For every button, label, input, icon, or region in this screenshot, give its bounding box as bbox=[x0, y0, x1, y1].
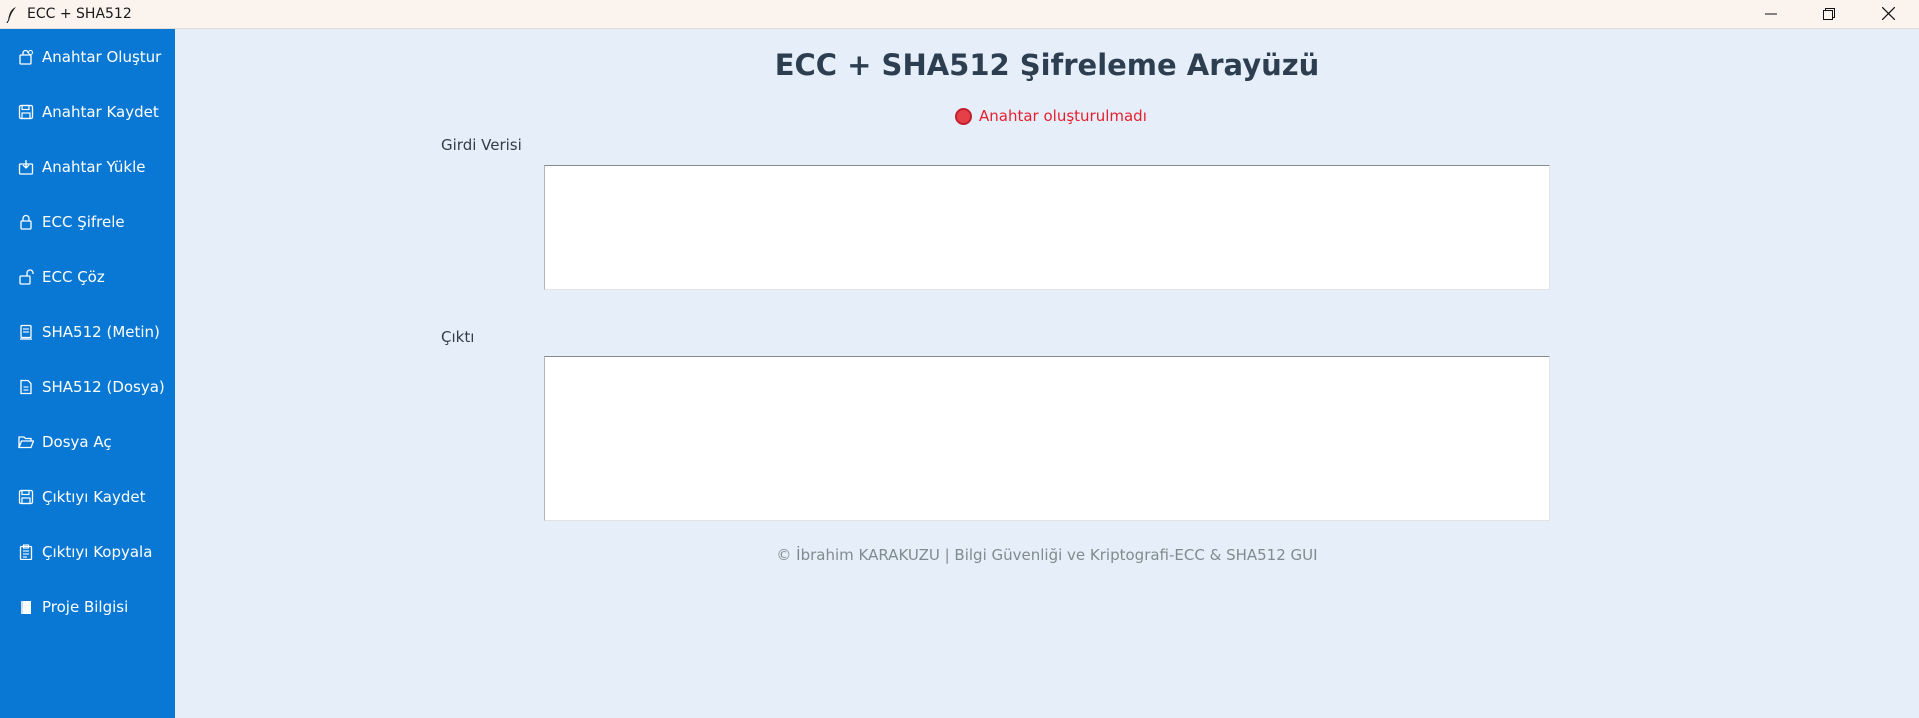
sidebar-item-dosya-ac[interactable]: Dosya Aç bbox=[0, 422, 175, 462]
sidebar-item-anahtar-kaydet[interactable]: Anahtar Kaydet bbox=[0, 92, 175, 132]
feather-icon bbox=[6, 6, 18, 24]
load-icon bbox=[17, 158, 35, 176]
close-icon bbox=[1881, 5, 1896, 24]
sidebar-item-label: Proje Bilgisi bbox=[42, 598, 129, 616]
sidebar: Anahtar Oluştur Anahtar Kaydet Anahtar Y… bbox=[0, 29, 175, 718]
input-textarea[interactable] bbox=[544, 165, 1550, 290]
text-doc-icon bbox=[17, 323, 35, 341]
sidebar-item-anahtar-yukle[interactable]: Anahtar Yükle bbox=[0, 147, 175, 187]
sidebar-item-label: Anahtar Kaydet bbox=[42, 103, 159, 121]
sidebar-item-label: SHA512 (Metin) bbox=[42, 323, 160, 341]
sidebar-item-anahtar-olustur[interactable]: Anahtar Oluştur bbox=[0, 37, 175, 77]
close-button[interactable] bbox=[1858, 0, 1919, 29]
sidebar-item-sha512-metin[interactable]: SHA512 (Metin) bbox=[0, 312, 175, 352]
sidebar-item-label: Çıktıyı Kaydet bbox=[42, 488, 146, 506]
save-icon bbox=[17, 488, 35, 506]
sidebar-item-label: Çıktıyı Kopyala bbox=[42, 543, 153, 561]
lock-icon bbox=[17, 213, 35, 231]
folder-open-icon bbox=[17, 433, 35, 451]
window-title: ECC + SHA512 bbox=[27, 6, 132, 22]
restore-icon bbox=[1823, 5, 1835, 24]
sidebar-item-ecc-coz[interactable]: ECC Çöz bbox=[0, 257, 175, 297]
save-icon bbox=[17, 103, 35, 121]
output-label: Çıktı bbox=[441, 328, 475, 346]
restore-button[interactable] bbox=[1800, 0, 1858, 29]
input-label: Girdi Verisi bbox=[441, 136, 522, 154]
sidebar-item-label: Dosya Aç bbox=[42, 433, 112, 451]
unlock-icon bbox=[17, 268, 35, 286]
sidebar-item-proje-bilgisi[interactable]: Proje Bilgisi bbox=[0, 587, 175, 627]
sidebar-item-ciktiyi-kaydet[interactable]: Çıktıyı Kaydet bbox=[0, 477, 175, 517]
output-textarea[interactable] bbox=[544, 356, 1550, 521]
status-dot-icon bbox=[955, 107, 972, 125]
minimize-icon bbox=[1765, 5, 1777, 24]
footer-credit: © İbrahim KARAKUZU | Bilgi Güvenliği ve … bbox=[776, 546, 1318, 564]
sidebar-item-label: SHA512 (Dosya) bbox=[42, 378, 165, 396]
sidebar-item-label: Anahtar Oluştur bbox=[42, 48, 162, 66]
sidebar-item-label: Anahtar Yükle bbox=[42, 158, 146, 176]
sidebar-item-label: ECC Çöz bbox=[42, 268, 105, 286]
status-indicator: Anahtar oluşturulmadı bbox=[955, 107, 1147, 125]
sidebar-item-label: ECC Şifrele bbox=[42, 213, 125, 231]
book-icon bbox=[17, 598, 35, 616]
sidebar-item-sha512-dosya[interactable]: SHA512 (Dosya) bbox=[0, 367, 175, 407]
title-bar: ECC + SHA512 bbox=[0, 0, 1919, 29]
clipboard-icon bbox=[17, 543, 35, 561]
page-title: ECC + SHA512 Şifreleme Arayüzü bbox=[774, 48, 1320, 82]
file-icon bbox=[17, 378, 35, 396]
status-text: Anahtar oluşturulmadı bbox=[979, 107, 1147, 125]
sidebar-item-ciktiyi-kopyala[interactable]: Çıktıyı Kopyala bbox=[0, 532, 175, 572]
minimize-button[interactable] bbox=[1742, 0, 1800, 29]
sidebar-item-ecc-sifrele[interactable]: ECC Şifrele bbox=[0, 202, 175, 242]
key-gen-icon bbox=[17, 48, 35, 66]
